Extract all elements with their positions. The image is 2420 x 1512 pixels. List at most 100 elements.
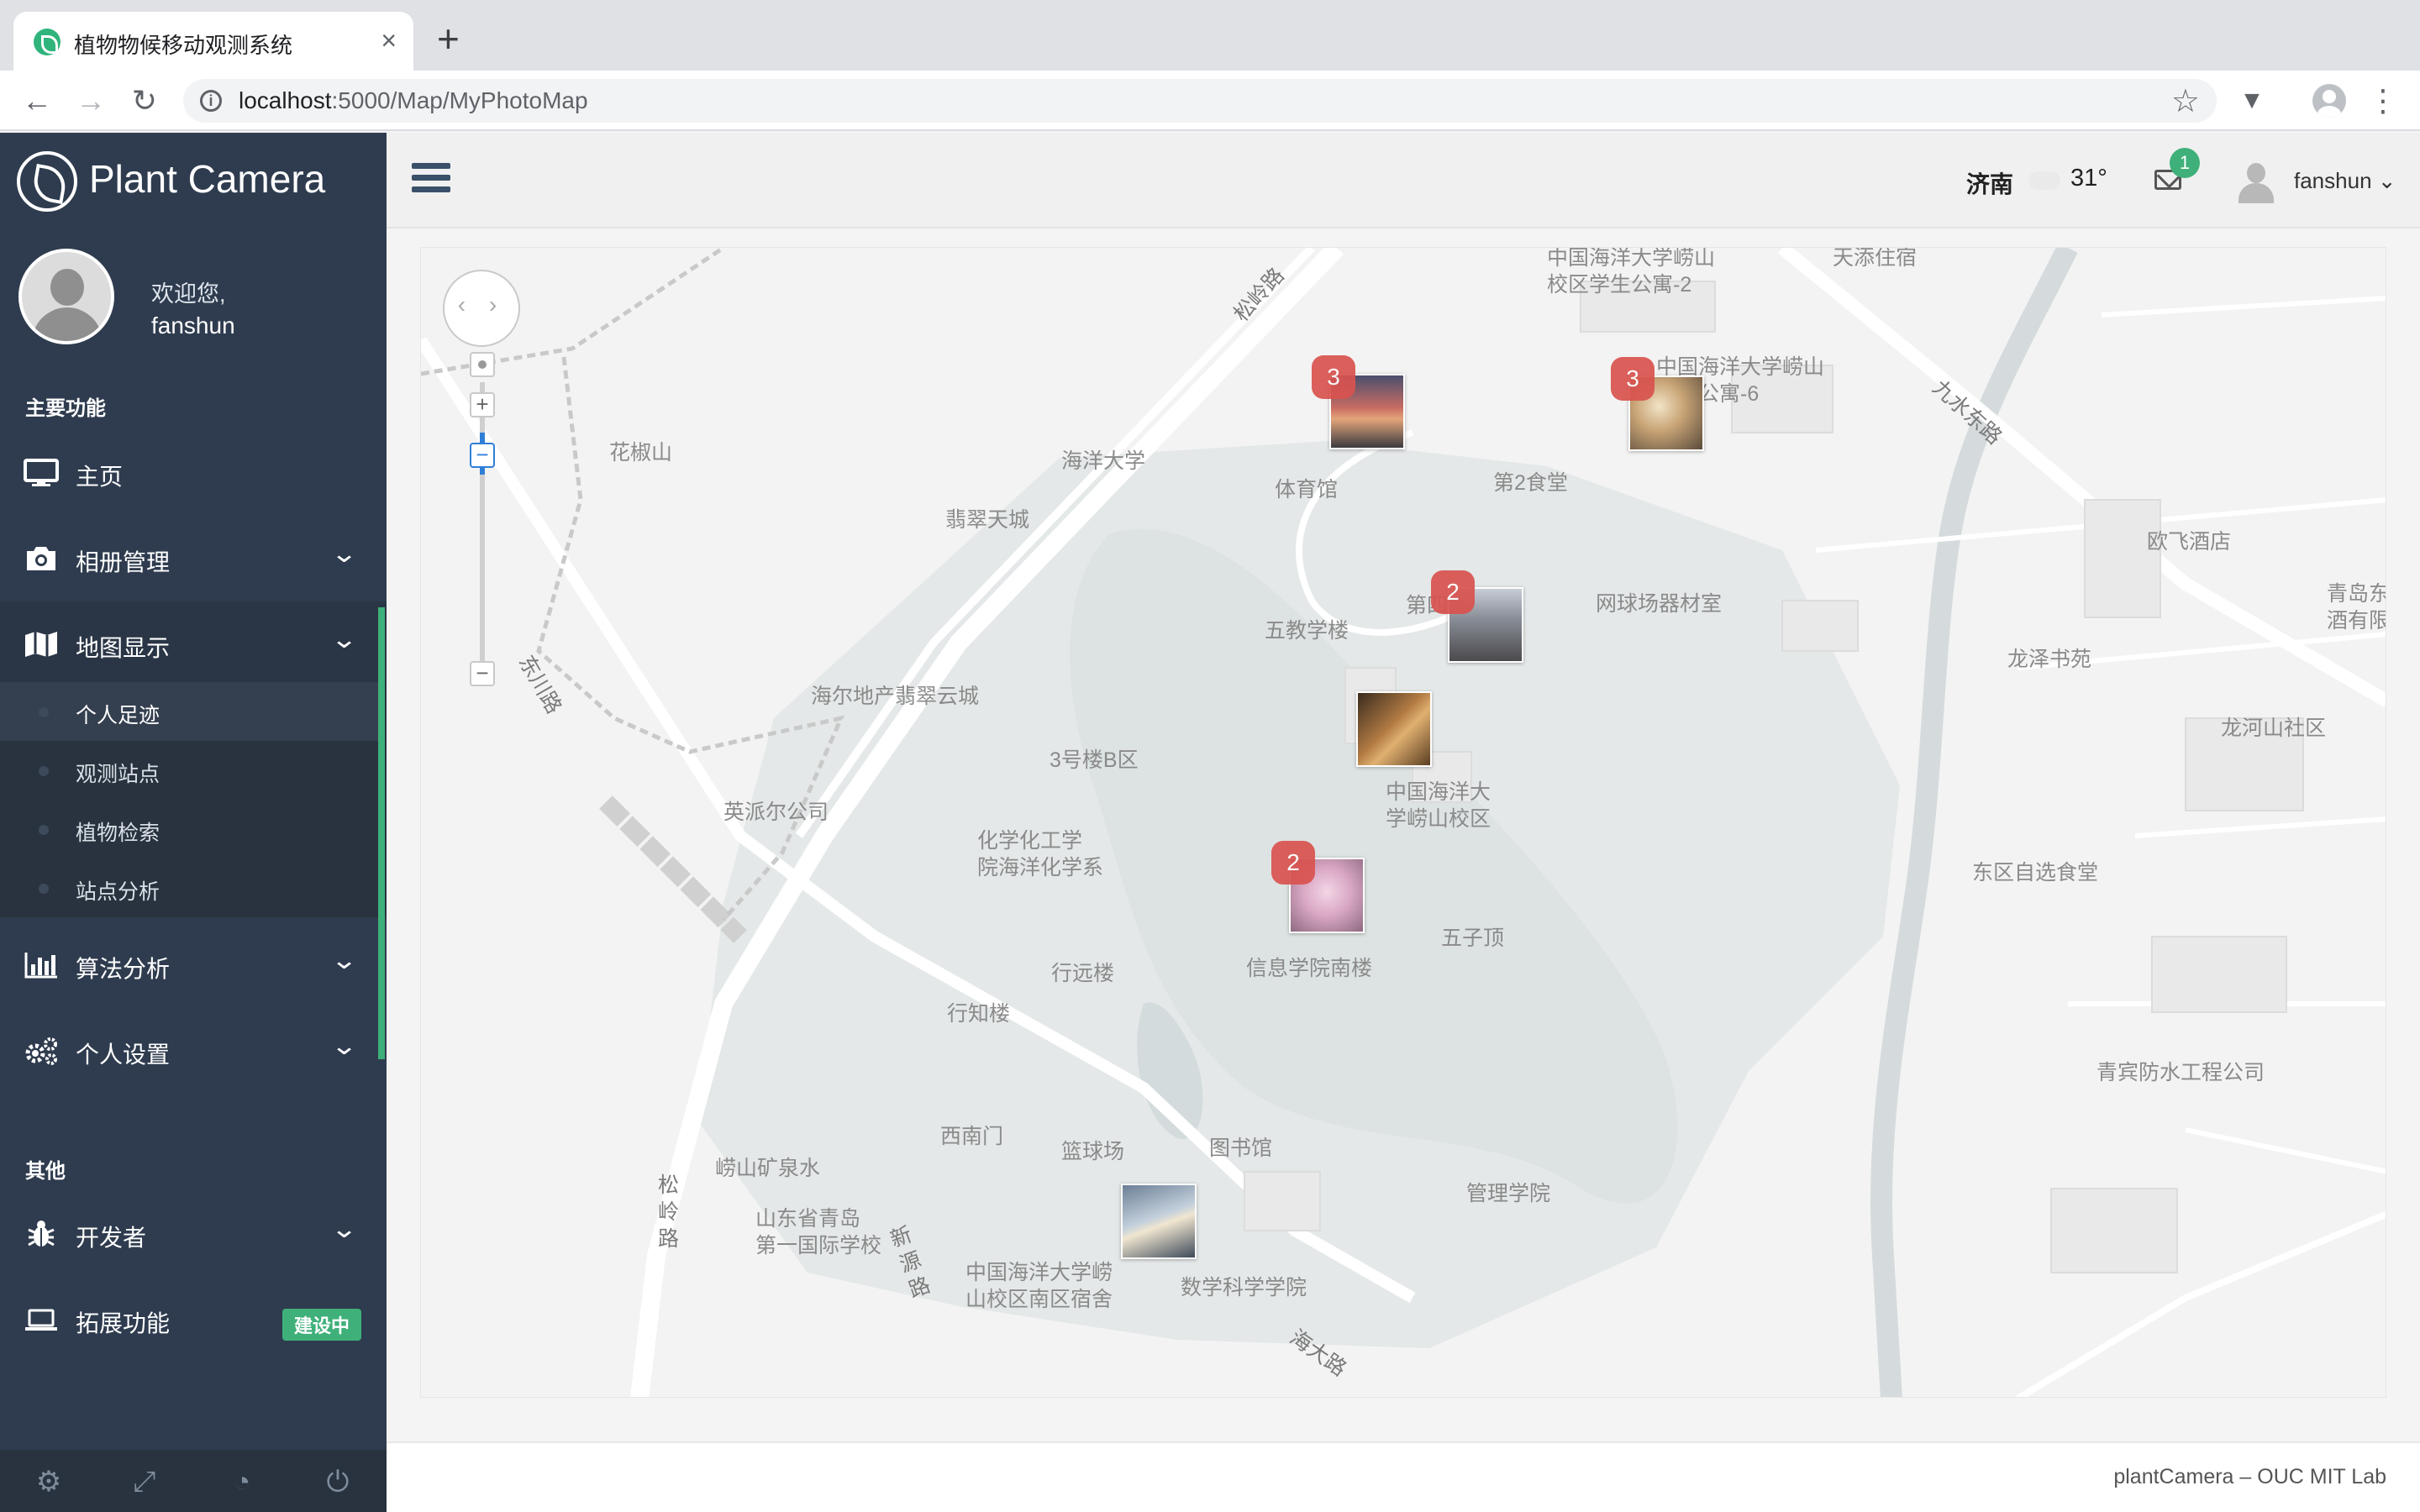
- reload-button[interactable]: ↻: [124, 81, 165, 121]
- weather-temperature: 31°: [2070, 165, 2107, 192]
- close-tab-icon[interactable]: ×: [381, 25, 397, 55]
- bar-chart-icon: [24, 953, 57, 979]
- map-label: 篮球场: [1061, 1140, 1125, 1163]
- map-submenu: 个人足迹 观测站点 植物检索 站点分析: [0, 682, 387, 917]
- chevron-down-icon: ⌄: [330, 1215, 358, 1243]
- map-label: 网球场器材室: [1596, 592, 1723, 616]
- map-label: 数学科学学院: [1181, 1276, 1307, 1299]
- weather-city: 济南: [1966, 171, 2014, 197]
- map-label: 崂山矿泉水: [715, 1157, 821, 1180]
- section-title-other: 其他: [25, 1160, 66, 1183]
- map-label: 龙泽书苑: [2007, 648, 2092, 671]
- road-label: 松 岭 路: [658, 1173, 680, 1251]
- zoom-handle[interactable]: −: [470, 443, 495, 468]
- map-label: 翡翠天城: [945, 508, 1030, 532]
- brand-name: Plant Camera: [89, 157, 326, 201]
- browser-tab-strip: 植物物候移动观测系统 × +: [0, 0, 2420, 71]
- bullet-icon: [39, 707, 49, 717]
- power-icon[interactable]: ⏻: [319, 1463, 356, 1500]
- photo-count-badge[interactable]: 3: [1312, 355, 1355, 399]
- map-label: 青岛东 酒有限: [2327, 582, 2386, 633]
- fullscreen-icon[interactable]: ⤢: [126, 1463, 163, 1500]
- sidebar: Plant Camera 欢迎您, fanshun 主要功能 主页 相册管理 ⌄…: [0, 133, 387, 1512]
- map-label: 管理学院: [1466, 1182, 1551, 1205]
- photo-count-badge[interactable]: 2: [1271, 841, 1315, 885]
- sidebar-item-label: 拓展功能: [76, 1310, 171, 1336]
- url-path: :5000/Map/MyPhotoMap: [331, 87, 588, 113]
- photo-map[interactable]: 中国海洋大学崂山 校区学生公寓-2 天添住宿 松岭路 中国海洋大学崂山 学生公寓…: [420, 247, 2386, 1398]
- info-icon[interactable]: i: [200, 90, 222, 112]
- map-label: 欧飞酒店: [2147, 530, 2232, 554]
- map-label: 图书馆: [1209, 1137, 1273, 1160]
- browser-toolbar: ← → ↻ i localhost:5000/Map/MyPhotoMap ☆ …: [0, 71, 2420, 131]
- top-header: 济南 31° 1 fanshun ⌄: [387, 133, 2420, 228]
- monitor-icon: [24, 459, 59, 486]
- sidebar-item-extensions[interactable]: 拓展功能 建设中: [0, 1277, 387, 1362]
- map-label: 西南门: [940, 1125, 1004, 1148]
- leaf-logo-icon: [17, 151, 77, 212]
- sidebar-item-developer[interactable]: 开发者 ⌄: [0, 1191, 387, 1277]
- header-avatar[interactable]: [2235, 161, 2275, 203]
- back-button[interactable]: ←: [17, 81, 57, 121]
- map-label: 五子顶: [1441, 927, 1505, 950]
- sidebar-username: fanshun: [151, 312, 235, 339]
- mail-count-badge: 1: [2170, 148, 2200, 178]
- sidebar-item-album[interactable]: 相册管理 ⌄: [0, 516, 387, 601]
- photo-marker[interactable]: [1121, 1184, 1197, 1259]
- submenu-label: 植物检索: [76, 822, 160, 845]
- zoom-out-button[interactable]: −: [470, 661, 495, 686]
- browser-tab[interactable]: 植物物候移动观测系统 ×: [13, 12, 413, 71]
- eye-slash-icon[interactable]: ◔: [224, 1463, 260, 1500]
- sidebar-item-label: 个人设置: [76, 1042, 171, 1068]
- tab-title: 植物物候移动观测系统: [74, 33, 293, 58]
- submenu-item-station-analysis[interactable]: 站点分析: [0, 858, 378, 917]
- map-label: 3号楼B区: [1050, 748, 1139, 772]
- user-dropdown[interactable]: fanshun ⌄: [2294, 168, 2396, 194]
- map-pan-control[interactable]: [443, 270, 520, 347]
- extension-icon[interactable]: ▼: [2232, 81, 2272, 121]
- sidebar-footer: ⚙ ⤢ ◔ ⏻: [0, 1450, 387, 1512]
- settings-icon[interactable]: ⚙: [30, 1463, 67, 1500]
- under-construction-badge: 建设中: [281, 1309, 361, 1341]
- submenu-label: 观测站点: [76, 763, 160, 786]
- new-tab-button[interactable]: +: [437, 18, 460, 59]
- welcome-text: 欢迎您,: [151, 281, 226, 307]
- address-bar[interactable]: i localhost:5000/Map/MyPhotoMap ☆: [183, 79, 2217, 123]
- map-label: 化学化工学 院海洋化学系: [977, 829, 1104, 879]
- browser-menu-icon[interactable]: ⋮: [2363, 81, 2403, 121]
- cloud-icon: [2028, 171, 2060, 190]
- sidebar-item-map[interactable]: 地图显示 ⌄: [0, 601, 387, 687]
- map-label: 海洋大学: [1061, 449, 1146, 473]
- map-label: 五教学楼: [1265, 619, 1349, 643]
- forward-button[interactable]: →: [71, 81, 111, 121]
- submenu-label: 站点分析: [76, 880, 160, 904]
- locate-icon[interactable]: [470, 352, 495, 377]
- submenu-label: 个人足迹: [76, 704, 160, 727]
- url-text[interactable]: localhost:5000/Map/MyPhotoMap: [239, 87, 588, 114]
- sidebar-item-algorithm[interactable]: 算法分析 ⌄: [0, 922, 387, 1008]
- submenu-item-stations[interactable]: 观测站点: [0, 741, 378, 800]
- sidebar-item-settings[interactable]: 个人设置 ⌄: [0, 1008, 387, 1094]
- photo-count-badge[interactable]: 2: [1431, 570, 1475, 614]
- chevron-down-icon: ⌄: [330, 626, 358, 654]
- laptop-icon: [25, 1309, 57, 1331]
- user-panel: 欢迎您, fanshun: [0, 232, 387, 373]
- bullet-icon: [39, 766, 49, 776]
- photo-count-badge[interactable]: 3: [1611, 357, 1655, 401]
- zoom-in-button[interactable]: +: [470, 392, 495, 417]
- bookmark-star-icon[interactable]: ☆: [2171, 82, 2200, 120]
- sidebar-item-home[interactable]: 主页: [0, 430, 387, 516]
- hamburger-menu-icon[interactable]: [412, 163, 450, 197]
- map-label: 行远楼: [1051, 962, 1115, 985]
- profile-avatar-icon[interactable]: [2312, 84, 2346, 118]
- sidebar-item-label: 相册管理: [76, 549, 171, 575]
- brand[interactable]: Plant Camera: [0, 133, 387, 232]
- submenu-item-plant-search[interactable]: 植物检索: [0, 800, 378, 858]
- sidebar-item-label: 地图显示: [76, 635, 171, 661]
- zoom-slider-track[interactable]: [480, 382, 485, 668]
- submenu-item-footprint[interactable]: 个人足迹: [0, 682, 378, 741]
- sidebar-item-label: 算法分析: [76, 956, 171, 982]
- map-label: 龙河山社区: [2221, 717, 2327, 740]
- photo-marker[interactable]: [1356, 691, 1432, 767]
- bullet-icon: [39, 825, 49, 835]
